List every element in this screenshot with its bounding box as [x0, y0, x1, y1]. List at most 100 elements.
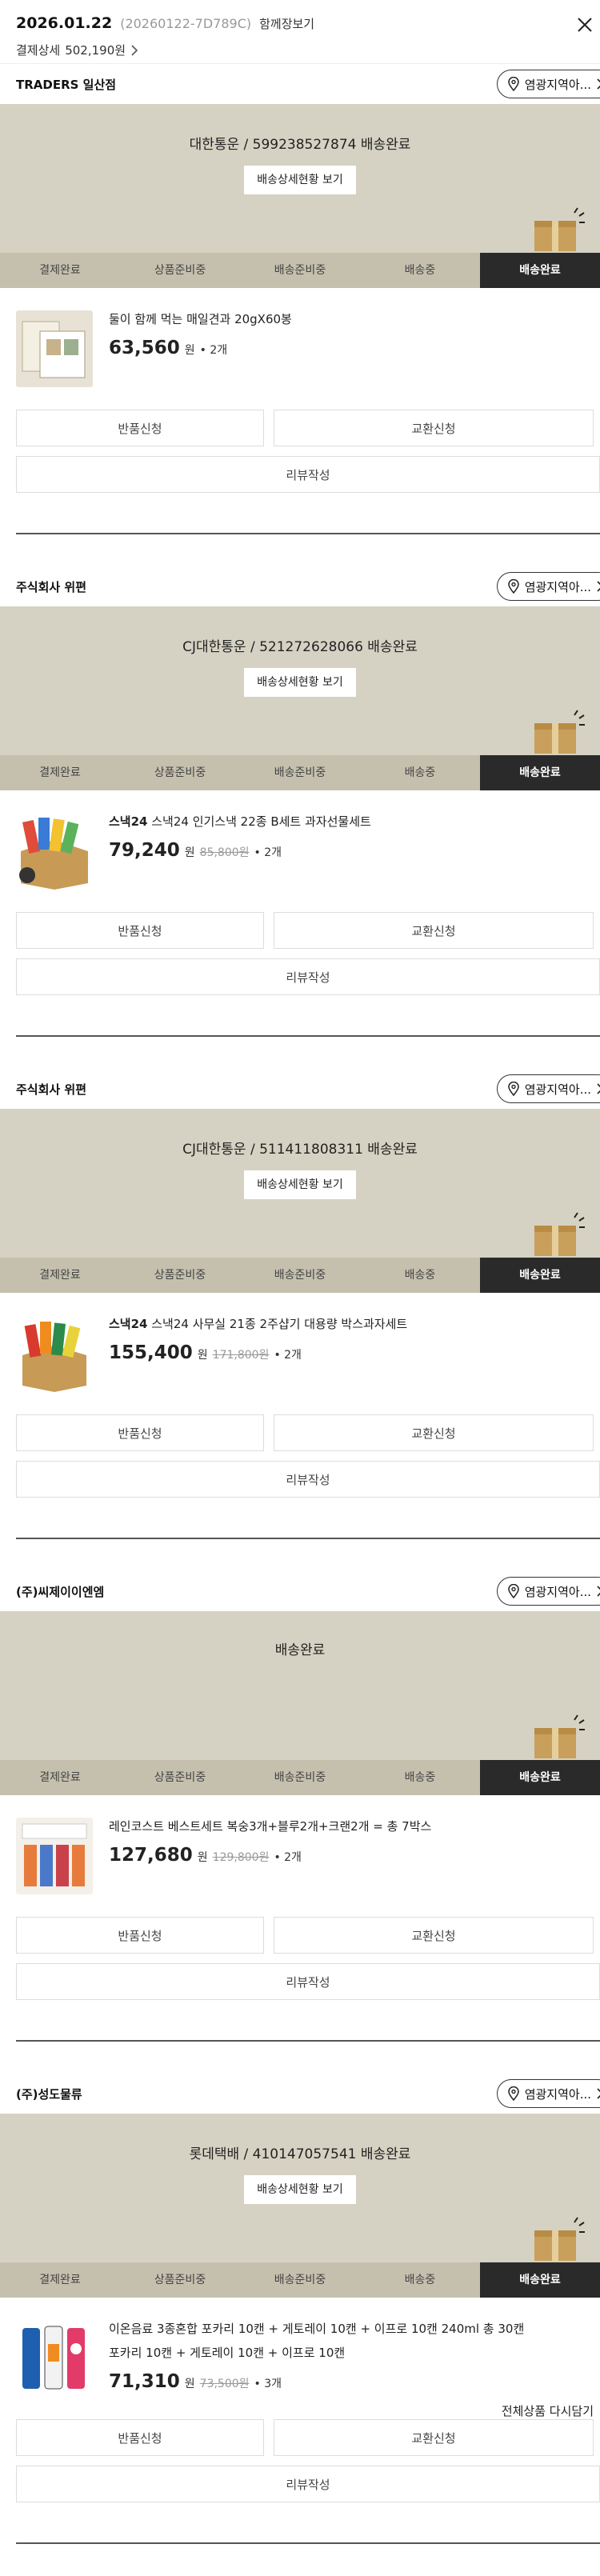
delivery-steps: 결제완료 상품준비중 배송준비중 배송중 배송완료 — [0, 1760, 600, 1795]
exchange-button[interactable]: 교환신청 — [274, 2419, 594, 2456]
order-actions: 반품신청 교환신청 리뷰작성 — [0, 2419, 600, 2502]
carrier-tracking-text: 배송완료 — [274, 1642, 326, 1658]
delivery-steps: 결제완료 상품준비중 배송준비중 배송중 배송완료 — [0, 1258, 600, 1293]
return-button[interactable]: 반품신청 — [16, 912, 264, 949]
product-item[interactable]: 스낵24 스낵24 사무실 21종 2주샵기 대용량 박스과자세트 155,40… — [0, 1293, 600, 1414]
delivery-step: 배송완료 — [480, 253, 600, 288]
delivery-group: (주)성도물류 염광지역아... 롯데택배 / 410147057541 배송완… — [0, 2074, 600, 2576]
delivery-detail-button[interactable]: 배송상세현황 보기 — [244, 1170, 356, 1199]
product-item[interactable]: 스낵24 스낵24 인기스낵 22종 B세트 과자선물세트 79,240 원 8… — [0, 790, 600, 912]
product-thumbnail — [16, 1818, 93, 1894]
order-actions: 반품신청 교환신청 리뷰작성 — [0, 1414, 600, 1498]
delivery-group: (주)씨제이이엔엠 염광지역아... 배송완료 결제완료 상품준비중 배송준비중 배송… — [0, 1571, 600, 2074]
order-actions: 반품신청 교환신청 리뷰작성 — [0, 1917, 600, 2000]
order-header: 2026.01.22 (20260122-7D789C) 함께장보기 결제상세 … — [0, 0, 600, 64]
return-button[interactable]: 반품신청 — [16, 1917, 264, 1954]
delivery-step: 배송중 — [404, 1269, 436, 1282]
seller-row: TRADERS 일산점 염광지역아... — [0, 64, 600, 104]
product-quantity: • 3개 — [254, 2378, 282, 2390]
product-title: 스낵24 인기스낵 22종 B세트 과자선물세트 — [147, 814, 371, 829]
seller-name: 주식회사 위편 — [16, 1082, 87, 1097]
product-title: 레인코스트 베스트세트 복숭3개+블루2개+크랜2개 = 총 7박스 — [109, 1819, 432, 1834]
region-button[interactable]: 염광지역아... — [496, 1577, 600, 1606]
product-quantity: • 2개 — [199, 344, 228, 357]
exchange-button[interactable]: 교환신청 — [274, 1917, 594, 1954]
product-quantity: • 2개 — [254, 846, 282, 859]
location-pin-icon — [507, 77, 519, 91]
payment-amount: 502,190원 — [65, 43, 126, 58]
payment-detail-link[interactable]: 결제상세 502,190원 — [16, 42, 584, 58]
product-item[interactable]: 둘이 함께 먹는 매일견과 20gX60봉 63,560 원 • 2개 — [0, 288, 600, 410]
seller-row: 주식회사 위편 염광지역아... — [0, 566, 600, 606]
region-button[interactable]: 염광지역아... — [496, 2079, 600, 2108]
delivery-step: 배송완료 — [480, 755, 600, 790]
region-button[interactable]: 염광지역아... — [496, 1074, 600, 1103]
return-button[interactable]: 반품신청 — [16, 410, 264, 446]
seller-name: (주)씨제이이엔엠 — [16, 1584, 105, 1599]
region-label: 염광지역아... — [524, 2086, 591, 2102]
product-brand: 스낵24 — [109, 1317, 148, 1331]
exchange-button[interactable]: 교환신청 — [274, 912, 594, 949]
price-unit: 원 — [184, 2378, 195, 2390]
delivery-detail-button[interactable]: 배송상세현황 보기 — [244, 668, 356, 697]
review-button[interactable]: 리뷰작성 — [16, 2466, 600, 2502]
product-quantity: • 2개 — [274, 1851, 302, 1864]
product-thumbnail — [16, 1315, 93, 1392]
location-pin-icon — [507, 579, 519, 594]
delivery-steps: 결제완료 상품준비중 배송준비중 배송중 배송완료 — [0, 253, 600, 288]
delivery-step: 배송중 — [404, 264, 436, 277]
close-icon[interactable] — [573, 13, 597, 37]
delivery-status-banner: CJ대한통운 / 511411808311 배송완료 배송상세현황 보기 결제완… — [0, 1109, 600, 1293]
seller-row: (주)씨제이이엔엠 염광지역아... — [0, 1571, 600, 1611]
seller-name: 주식회사 위편 — [16, 579, 87, 594]
delivery-detail-button[interactable]: 배송상세현황 보기 — [244, 2175, 356, 2204]
review-button[interactable]: 리뷰작성 — [16, 456, 600, 493]
product-name: 둘이 함께 먹는 매일견과 20gX60봉 — [109, 310, 292, 328]
price-unit: 원 — [184, 344, 195, 357]
order-number: (20260122-7D789C) — [120, 16, 252, 31]
delivery-groups: TRADERS 일산점 염광지역아... 대한통운 / 599238527874… — [0, 64, 600, 2576]
exchange-button[interactable]: 교환신청 — [274, 1414, 594, 1451]
delivery-step: 상품준비중 — [154, 2274, 206, 2286]
delivery-box-icon — [534, 1714, 585, 1758]
product-name: 이온음료 3종혼합 포카리 10캔 + 게토레이 10캔 + 이프로 10캔 2… — [109, 2320, 524, 2338]
delivery-steps: 결제완료 상품준비중 배송준비중 배송중 배송완료 — [0, 755, 600, 790]
delivery-step: 배송준비중 — [274, 1269, 326, 1282]
region-button[interactable]: 염광지역아... — [496, 70, 600, 98]
region-label: 염광지역아... — [524, 579, 591, 594]
review-button[interactable]: 리뷰작성 — [16, 1963, 600, 2000]
order-actions: 반품신청 교환신청 리뷰작성 — [0, 410, 600, 493]
delivery-step: 배송중 — [404, 2274, 436, 2286]
carrier-tracking-text: CJ대한통운 / 511411808311 배송완료 — [182, 1142, 418, 1158]
product-item[interactable]: 이온음료 3종혼합 포카리 10캔 + 게토레이 10캔 + 이프로 10캔 2… — [0, 2298, 600, 2419]
product-option: 포카리 10캔 + 게토레이 10캔 + 이프로 10캔 — [109, 2346, 346, 2360]
delivery-step: 결제완료 — [39, 2274, 81, 2286]
location-pin-icon — [507, 1584, 519, 1598]
original-price: 85,800원 — [199, 846, 250, 859]
product-quantity: • 2개 — [274, 1349, 302, 1362]
review-button[interactable]: 리뷰작성 — [16, 1461, 600, 1498]
delivery-detail-button[interactable]: 배송상세현황 보기 — [244, 166, 356, 194]
chevron-right-icon — [597, 1586, 600, 1597]
delivery-step: 배송준비중 — [274, 264, 326, 277]
delivery-steps: 결제완료 상품준비중 배송준비중 배송중 배송완료 — [0, 2262, 600, 2298]
original-price: 171,800원 — [212, 1349, 270, 1362]
region-label: 염광지역아... — [524, 1082, 591, 1097]
repurchase-all-button[interactable]: 전체상품 다시담기 — [502, 2402, 594, 2419]
product-item[interactable]: 레인코스트 베스트세트 복숭3개+블루2개+크랜2개 = 총 7박스 127,6… — [0, 1795, 600, 1917]
return-button[interactable]: 반품신청 — [16, 1414, 264, 1451]
return-button[interactable]: 반품신청 — [16, 2419, 264, 2456]
delivery-step: 상품준비중 — [154, 1771, 206, 1784]
delivery-step: 배송완료 — [480, 1258, 600, 1293]
review-button[interactable]: 리뷰작성 — [16, 958, 600, 995]
seller-row: 주식회사 위편 염광지역아... — [0, 1069, 600, 1109]
region-button[interactable]: 염광지역아... — [496, 572, 600, 601]
delivery-box-icon — [534, 710, 585, 754]
product-brand: 스낵24 — [109, 814, 148, 829]
seller-name: TRADERS 일산점 — [16, 77, 117, 92]
original-price: 73,500원 — [199, 2378, 250, 2390]
delivery-step: 상품준비중 — [154, 1269, 206, 1282]
exchange-button[interactable]: 교환신청 — [274, 410, 594, 446]
delivery-step: 배송준비중 — [274, 2274, 326, 2286]
chevron-right-icon — [131, 44, 138, 56]
